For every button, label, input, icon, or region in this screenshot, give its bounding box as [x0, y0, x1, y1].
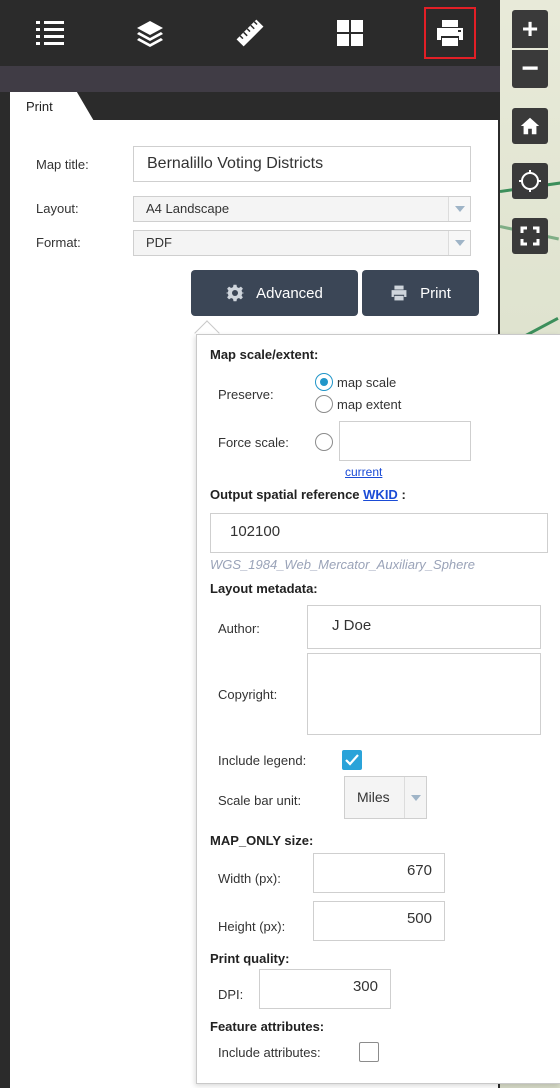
author-input[interactable]: J Doe — [307, 605, 541, 649]
checkmark-icon — [345, 754, 359, 766]
print-icon — [437, 20, 463, 46]
copyright-label: Copyright: — [218, 687, 278, 702]
toolbar-divider — [0, 66, 500, 92]
format-select-value: PDF — [146, 235, 172, 250]
format-label: Format: — [36, 235, 81, 250]
include-legend-label: Include legend: — [218, 753, 307, 768]
preserve-label: Preserve: — [218, 387, 274, 402]
active-tool-highlight — [424, 7, 476, 59]
gear-icon — [226, 284, 245, 302]
preserve-map-extent-radio[interactable] — [315, 395, 333, 413]
spatial-reference-label: Output spatial reference — [210, 487, 364, 502]
copyright-textarea[interactable] — [307, 653, 541, 735]
print-tool-button[interactable] — [400, 0, 500, 66]
feature-attributes-section-title: Feature attributes: — [210, 1019, 325, 1034]
zoom-in-button[interactable]: + — [512, 10, 548, 48]
legend-list-icon — [36, 21, 64, 45]
width-input[interactable]: 670 — [313, 853, 445, 893]
home-icon — [520, 117, 540, 135]
current-scale-link[interactable]: current — [345, 465, 382, 479]
layout-metadata-section-title: Layout metadata: — [210, 581, 318, 596]
preserve-option-label: map extent — [337, 397, 402, 412]
layout-select-value: A4 Landscape — [146, 201, 230, 216]
map-only-size-section-title: MAP_ONLY size: — [210, 833, 314, 848]
force-scale-label: Force scale: — [218, 435, 289, 450]
advanced-options-popup: Map scale/extent: Preserve: map scale ma… — [196, 334, 560, 1084]
basemap-grid-icon — [337, 20, 363, 46]
zoom-out-button[interactable]: − — [512, 50, 548, 88]
locate-button[interactable] — [512, 163, 548, 199]
fullscreen-button[interactable] — [512, 218, 548, 254]
measure-button[interactable] — [200, 0, 300, 66]
scale-bar-unit-value: Miles — [357, 789, 390, 805]
chevron-down-icon[interactable] — [448, 197, 470, 221]
advanced-button-label: Advanced — [256, 284, 323, 302]
preserve-map-scale-radio[interactable] — [315, 373, 333, 391]
height-input[interactable]: 500 — [313, 901, 445, 941]
minus-icon: − — [521, 52, 539, 85]
map-scale-section-title: Map scale/extent: — [210, 347, 319, 362]
print-button[interactable]: Print — [362, 270, 479, 316]
chevron-down-icon[interactable] — [448, 231, 470, 255]
layout-select[interactable]: A4 Landscape — [133, 196, 471, 222]
include-attributes-checkbox[interactable] — [359, 1042, 379, 1062]
width-label: Width (px): — [218, 871, 281, 886]
wkid-link[interactable]: WKID — [363, 487, 398, 502]
home-button[interactable] — [512, 108, 548, 144]
spatial-reference-section-title: Output spatial reference WKID : — [210, 487, 406, 502]
preserve-option-label: map scale — [337, 375, 397, 390]
tab-print[interactable]: Print — [10, 92, 98, 128]
dpi-input[interactable]: 300 — [259, 969, 391, 1009]
include-attributes-label: Include attributes: — [218, 1045, 321, 1060]
legend-button[interactable] — [0, 0, 100, 66]
scale-bar-unit-label: Scale bar unit: — [218, 793, 302, 808]
wkid-description: WGS_1984_Web_Mercator_Auxiliary_Sphere — [210, 557, 475, 572]
print-quality-section-title: Print quality: — [210, 951, 290, 966]
layout-label: Layout: — [36, 201, 79, 216]
force-scale-radio[interactable] — [315, 433, 333, 451]
widget-toolbar — [0, 0, 500, 66]
force-scale-input[interactable] — [339, 421, 471, 461]
print-icon — [391, 285, 407, 301]
map-title-input[interactable]: Bernalillo Voting Districts — [133, 146, 471, 182]
dpi-label: DPI: — [218, 987, 244, 1002]
map-title-label: Map title: — [36, 157, 89, 172]
advanced-button[interactable]: Advanced — [191, 270, 358, 316]
basemap-gallery-button[interactable] — [300, 0, 400, 66]
wkid-input[interactable]: 102100 — [210, 513, 548, 553]
height-label: Height (px): — [218, 919, 286, 934]
layers-button[interactable] — [100, 0, 200, 66]
format-select[interactable]: PDF — [133, 230, 471, 256]
author-label: Author: — [218, 621, 260, 636]
spatial-reference-suffix: : — [397, 487, 406, 502]
layers-icon — [137, 21, 163, 47]
locate-crosshair-icon — [519, 170, 541, 192]
include-legend-checkbox[interactable] — [342, 750, 362, 770]
print-button-label: Print — [420, 284, 451, 302]
fullscreen-icon — [520, 226, 540, 246]
plus-icon: + — [521, 13, 539, 44]
measure-ruler-icon — [236, 19, 264, 47]
chevron-down-icon[interactable] — [404, 777, 426, 818]
scale-bar-unit-select[interactable]: Miles — [344, 776, 427, 819]
